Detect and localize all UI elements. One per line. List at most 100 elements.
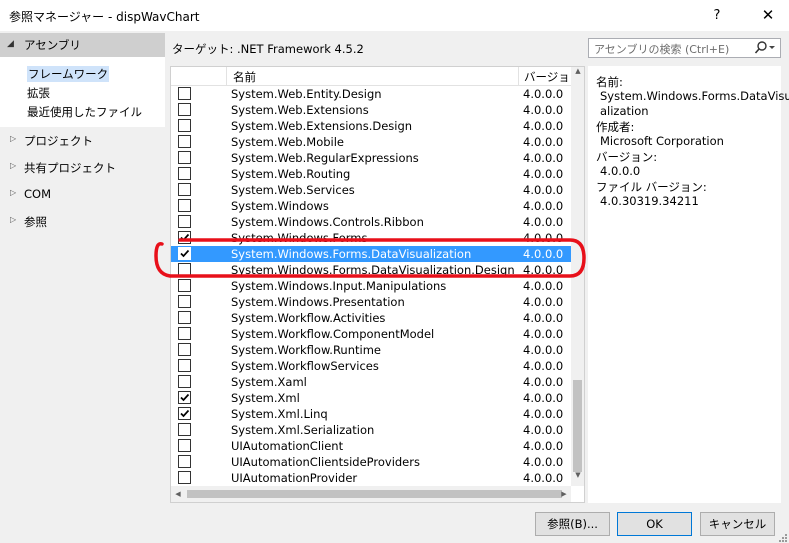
vertical-scrollbar[interactable]: ▲ ▼ [571,67,584,486]
header-divider[interactable] [518,67,519,86]
reference-checkbox[interactable] [178,87,191,100]
header-divider[interactable] [226,67,227,86]
table-row[interactable]: System.Xaml 4.0.0.0 [171,374,571,390]
table-row[interactable]: System.Web.Mobile 4.0.0.0 [171,134,571,150]
help-button[interactable]: ? [700,0,734,31]
assembly-version: 4.0.0.0 [523,183,564,197]
nav-item-projects[interactable]: ▷ プロジェクト [0,130,165,152]
table-row[interactable]: UIAutomationClientsideProviders 4.0.0.0 [171,454,571,470]
reference-checkbox[interactable] [178,311,191,324]
detail-version-value: 4.0.0.0 [600,164,641,178]
table-row[interactable]: System.Windows.Forms 4.0.0.0 [171,230,571,246]
horizontal-scrollbar[interactable]: ◀ ▶ [171,486,571,502]
nav-item-com[interactable]: ▷ COM [0,184,165,206]
table-row[interactable]: System.Web.Extensions.Design 4.0.0.0 [171,118,571,134]
reference-checkbox[interactable] [178,199,191,212]
table-row[interactable]: UIAutomationProvider 4.0.0.0 [171,470,571,486]
collapsed-arrow-icon: ▷ [10,161,17,170]
assembly-name: System.Windows.Forms.DataVisualization.D… [231,263,515,277]
subitem-recent[interactable]: 最近使用したファイル [27,104,142,120]
assembly-version: 4.0.0.0 [523,391,564,405]
reference-checkbox[interactable] [178,407,191,420]
reference-checkbox[interactable] [178,375,191,388]
checkmark-icon [180,393,190,402]
cancel-button[interactable]: キャンセル [700,512,775,536]
reference-checkbox[interactable] [178,119,191,132]
browse-button[interactable]: 参照(B)... [535,512,610,536]
table-row[interactable]: System.Windows.Input.Manipulations 4.0.0.… [171,278,571,294]
reference-checkbox[interactable] [178,151,191,164]
detail-name-label: 名前: [596,75,623,89]
window-title: 参照マネージャー - dispWavChart [9,10,200,24]
assembly-name: System.Windows.Input.Manipulations [231,279,447,293]
reference-checkbox[interactable] [178,295,191,308]
assembly-version: 4.0.0.0 [523,87,564,101]
table-row[interactable]: UIAutomationClient 4.0.0.0 [171,438,571,454]
nav-item-assemblies[interactable]: ◢ アセンブリ [0,33,165,57]
reference-checkbox[interactable] [178,103,191,116]
table-row[interactable]: System.Web.Services 4.0.0.0 [171,182,571,198]
table-row[interactable]: System.Xml.Serialization 4.0.0.0 [171,422,571,438]
detail-file-version-label: ファイル バージョン: [596,180,707,194]
reference-checkbox[interactable] [178,279,191,292]
nav-item-browse[interactable]: ▷ 参照 [0,211,165,233]
column-header-name[interactable]: 名前 [233,69,256,85]
assembly-name: UIAutomationClientsideProviders [231,455,420,469]
scroll-left-icon[interactable]: ◀ [171,486,185,502]
close-button[interactable]: ✕ [748,0,788,31]
reference-checkbox[interactable] [178,167,191,180]
reference-checkbox[interactable] [178,439,191,452]
table-row[interactable]: System.Windows.Controls.Ribbon 4.0.0.0 [171,214,571,230]
scroll-down-icon[interactable]: ▼ [571,471,584,485]
table-row[interactable]: System.Workflow.Runtime 4.0.0.0 [171,342,571,358]
table-row[interactable]: System.Xml.Linq 4.0.0.0 [171,406,571,422]
table-row[interactable]: System.Xml 4.0.0.0 [171,390,571,406]
assembly-version: 4.0.0.0 [523,439,564,453]
reference-checkbox[interactable] [178,455,191,468]
reference-checkbox[interactable] [178,263,191,276]
ok-button[interactable]: OK [617,512,692,536]
table-row[interactable]: System.Workflow.Activities 4.0.0.0 [171,310,571,326]
horizontal-scroll-thumb[interactable] [187,490,562,498]
assembly-name: System.Xml.Serialization [231,423,375,437]
search-input[interactable]: アセンブリの検索 (Ctrl+E) [588,38,781,58]
reference-checkbox[interactable] [178,423,191,436]
expanded-arrow-icon: ◢ [7,39,14,49]
assembly-name: System.Web.Services [231,183,355,197]
subitem-framework[interactable]: フレームワーク [27,66,110,82]
collapsed-arrow-icon: ▷ [10,134,17,143]
table-row[interactable]: System.Workflow.ComponentModel 4.0.0.0 [171,326,571,342]
reference-checkbox[interactable] [178,343,191,356]
table-row[interactable]: System.Web.Routing 4.0.0.0 [171,166,571,182]
subitem-extensions[interactable]: 拡張 [27,85,50,101]
table-row[interactable]: System.Web.Entity.Design 4.0.0.0 [171,86,571,102]
table-row[interactable]: System.Windows.Forms.DataVisualization 4.… [171,246,571,262]
assembly-name: System.Web.Routing [231,167,351,181]
reference-checkbox[interactable] [178,391,191,404]
scroll-up-icon[interactable]: ▲ [571,67,584,81]
nav-item-shared-projects[interactable]: ▷ 共有プロジェクト [0,157,165,179]
table-row[interactable]: System.Web.Extensions 4.0.0.0 [171,102,571,118]
reference-checkbox[interactable] [178,247,191,260]
assembly-name: UIAutomationProvider [231,471,358,485]
reference-checkbox[interactable] [178,215,191,228]
table-row[interactable]: System.WorkflowServices 4.0.0.0 [171,358,571,374]
assembly-version: 4.0.0.0 [523,135,564,149]
reference-checkbox[interactable] [178,231,191,244]
scroll-right-icon[interactable]: ▶ [557,486,571,502]
assembly-name: System.Windows.Forms [231,231,368,245]
reference-checkbox[interactable] [178,359,191,372]
reference-checkbox[interactable] [178,327,191,340]
table-row[interactable]: System.Web.RegularExpressions 4.0.0.0 [171,150,571,166]
reference-checkbox[interactable] [178,183,191,196]
search-icon[interactable] [752,39,778,57]
title-bar: 参照マネージャー - dispWavChart ? ✕ [0,0,789,31]
assembly-version: 4.0.0.0 [523,327,564,341]
resize-grip-icon[interactable] [776,531,788,543]
reference-checkbox[interactable] [178,471,191,484]
vertical-scroll-thumb[interactable] [573,380,582,472]
table-row[interactable]: System.Windows.Forms.DataVisualization.D… [171,262,571,278]
reference-checkbox[interactable] [178,135,191,148]
table-row[interactable]: System.Windows.Presentation 4.0.0.0 [171,294,571,310]
table-row[interactable]: System.Windows 4.0.0.0 [171,198,571,214]
